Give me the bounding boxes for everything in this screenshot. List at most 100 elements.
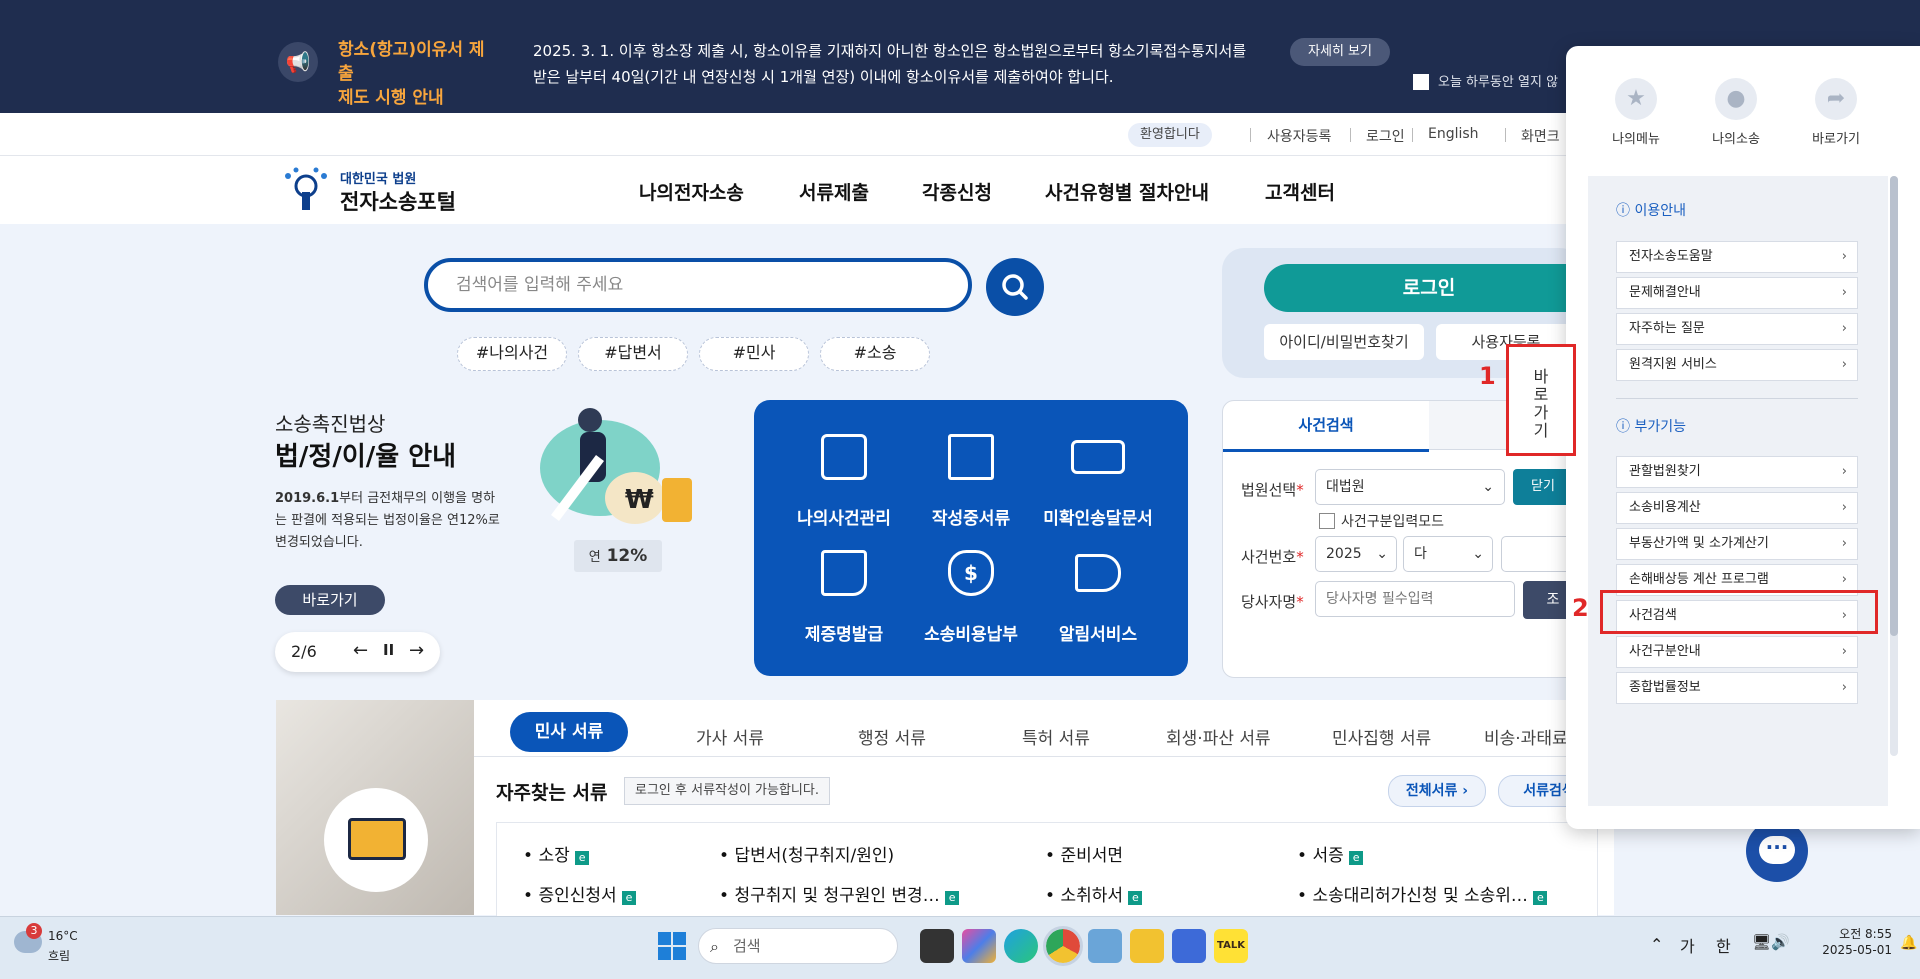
doc-item[interactable]: • 증인신청서 e: [523, 881, 637, 906]
section-usage-guide-label: 이용안내: [1634, 203, 1686, 219]
chrome-icon[interactable]: [1043, 926, 1083, 966]
util-link-register[interactable]: 사용자등록: [1267, 126, 1331, 146]
tab-patent-docs[interactable]: 특허 서류: [1022, 724, 1090, 749]
tab-noncontentious-docs[interactable]: 비송·과태료: [1484, 724, 1568, 749]
clock-date[interactable]: 2025-05-01: [1812, 943, 1892, 957]
rate-value: 12%: [606, 546, 648, 566]
menu-item-property-value-calc[interactable]: 부동산가액 및 소가계산기 ›: [1616, 528, 1858, 560]
quick-my-menu[interactable]: ★ 나의메뉴: [1586, 78, 1686, 147]
util-link-zoom[interactable]: 화면크: [1521, 126, 1560, 146]
ime-mode-indicator[interactable]: 가: [1680, 933, 1695, 957]
quick-shortcut-label: 바로가기: [1812, 132, 1860, 147]
tile-payment[interactable]: $ 소송비용납부: [901, 550, 1041, 650]
notice-title-line1: 항소(항고)이유서 제출: [338, 40, 485, 84]
nav-applications[interactable]: 각종신청: [922, 178, 992, 205]
kakaotalk-icon[interactable]: TALK: [1214, 929, 1248, 963]
tab-case-search[interactable]: 사건검색: [1223, 401, 1429, 452]
menu-item-case-type-guide[interactable]: 사건구분안내 ›: [1616, 636, 1858, 668]
menu-item-legal-info[interactable]: 종합법률정보 ›: [1616, 672, 1858, 704]
court-logo-icon[interactable]: [280, 166, 332, 214]
nav-customer-center[interactable]: 고객센터: [1265, 178, 1335, 205]
notification-icon[interactable]: 🔔: [1900, 935, 1917, 951]
clock-time[interactable]: 오전 8:55: [1812, 925, 1892, 942]
divider: [1616, 398, 1858, 399]
tab-family-docs[interactable]: 가사 서류: [696, 724, 764, 749]
quick-shortcut[interactable]: ➦ 바로가기: [1786, 78, 1886, 147]
all-docs-button[interactable]: 전체서류 ›: [1388, 775, 1486, 807]
menu-item-faq[interactable]: 자주하는 질문 ›: [1616, 313, 1858, 345]
nav-procedure-guide[interactable]: 사건유형별 절차안내: [1045, 178, 1209, 205]
logo-title[interactable]: 전자소송포털: [340, 186, 456, 216]
quick-my-litigation[interactable]: ● 나의소송: [1686, 78, 1786, 147]
hide-today-checkbox[interactable]: [1413, 74, 1429, 90]
e-form-icon: e: [1533, 891, 1548, 905]
search-tag[interactable]: #나의사건: [457, 337, 567, 371]
promo-go-button[interactable]: 바로가기: [275, 585, 385, 615]
menu-item-cost-calc[interactable]: 소송비용계산 ›: [1616, 492, 1858, 524]
ime-lang-indicator[interactable]: 한: [1716, 933, 1731, 957]
notice-message-line2: 받은 날부터 40일(기간 내 연장신청 시 1개월 연장) 이내에 항소이유서…: [533, 68, 1114, 86]
find-id-password-button[interactable]: 아이디/비밀번호찾기: [1264, 324, 1424, 360]
taskbar-search-input[interactable]: 검색: [698, 928, 898, 964]
search-tag[interactable]: #소송: [820, 337, 930, 371]
pause-icon[interactable]: II: [383, 641, 394, 659]
network-volume-icon[interactable]: 🖥🔊: [1752, 933, 1790, 951]
doc-item[interactable]: • 준비서면: [1045, 841, 1123, 866]
nav-document-submit[interactable]: 서류제출: [799, 178, 869, 205]
app-icon[interactable]: [1172, 929, 1206, 963]
menu-item-troubleshoot[interactable]: 문제해결안내 ›: [1616, 277, 1858, 309]
close-button[interactable]: 닫기: [1513, 469, 1573, 505]
util-link-english[interactable]: English: [1428, 126, 1479, 142]
task-view-icon[interactable]: [920, 929, 954, 963]
scrollbar[interactable]: [1890, 176, 1898, 756]
tile-my-case[interactable]: 나의사건관리: [774, 434, 914, 534]
next-arrow-icon[interactable]: →: [409, 640, 424, 661]
search-tag[interactable]: #민사: [699, 337, 809, 371]
edge-icon[interactable]: [1004, 929, 1038, 963]
laptop-icon: [1071, 440, 1125, 474]
search-tag[interactable]: #답변서: [578, 337, 688, 371]
menu-item-find-court[interactable]: 관할법원찾기 ›: [1616, 456, 1858, 488]
file-explorer-icon[interactable]: [1130, 929, 1164, 963]
util-link-login[interactable]: 로그인: [1366, 126, 1405, 146]
scrollbar-thumb[interactable]: [1890, 176, 1898, 636]
tab-civil-docs[interactable]: 민사 서류: [510, 712, 628, 752]
windows-start-icon[interactable]: [656, 930, 688, 962]
party-name-input[interactable]: 당사자명 필수입력: [1315, 581, 1515, 617]
book-icon: [821, 434, 867, 480]
copilot-icon[interactable]: [962, 929, 996, 963]
control-panel-icon[interactable]: [1088, 929, 1122, 963]
chevron-up-icon[interactable]: ⌃: [1650, 935, 1663, 954]
tile-unread-service[interactable]: 미확인송달문서: [1028, 434, 1168, 534]
case-serial-input[interactable]: [1501, 536, 1573, 572]
court-select[interactable]: 대법원 ⌄: [1315, 469, 1505, 505]
tab-enforcement-docs[interactable]: 민사집행 서류: [1332, 724, 1431, 749]
case-mode-checkbox[interactable]: [1319, 513, 1335, 529]
doc-item[interactable]: • 서증 e: [1297, 841, 1364, 866]
frequent-docs-list: • 소장 e • 답변서(청구취지/원인) • 준비서면 • 서증 e • 증인…: [496, 822, 1598, 917]
doc-item[interactable]: • 청구취지 및 청구원인 변경… e: [719, 881, 960, 906]
doc-item[interactable]: • 소송대리허가신청 및 소송위… e: [1297, 881, 1548, 906]
tile-notification[interactable]: 알림서비스: [1028, 550, 1168, 650]
case-type-select[interactable]: 다 ⌄: [1403, 536, 1493, 572]
login-button[interactable]: 로그인: [1264, 264, 1594, 312]
doc-item[interactable]: • 소장 e: [523, 841, 590, 866]
nav-my-litigation[interactable]: 나의전자소송: [639, 178, 744, 205]
notice-more-button[interactable]: 자세히 보기: [1290, 38, 1390, 66]
tab-bankruptcy-docs[interactable]: 회생·파산 서류: [1166, 724, 1271, 749]
tab-admin-docs[interactable]: 행정 서류: [858, 724, 926, 749]
prev-arrow-icon[interactable]: ←: [353, 640, 368, 661]
tile-drafts[interactable]: 작성중서류: [901, 434, 1041, 534]
doc-item[interactable]: • 소취하서 e: [1045, 881, 1143, 906]
chatbot-button[interactable]: ···: [1746, 820, 1808, 882]
search-button[interactable]: [986, 258, 1044, 316]
menu-item-remote-support[interactable]: 원격지원 서비스 ›: [1616, 349, 1858, 381]
case-year-select[interactable]: 2025 ⌄: [1315, 536, 1397, 572]
search-input[interactable]: 검색어를 입력해 주세요: [424, 258, 972, 312]
chevron-right-icon: ›: [1841, 464, 1847, 479]
menu-item-help[interactable]: 전자소송도움말 ›: [1616, 241, 1858, 273]
tile-certificate[interactable]: 제증명발급: [774, 550, 914, 650]
tile-label: 소송비용납부: [924, 625, 1018, 645]
doc-item-label: 서증: [1312, 846, 1344, 866]
doc-item[interactable]: • 답변서(청구취지/원인): [719, 841, 894, 866]
